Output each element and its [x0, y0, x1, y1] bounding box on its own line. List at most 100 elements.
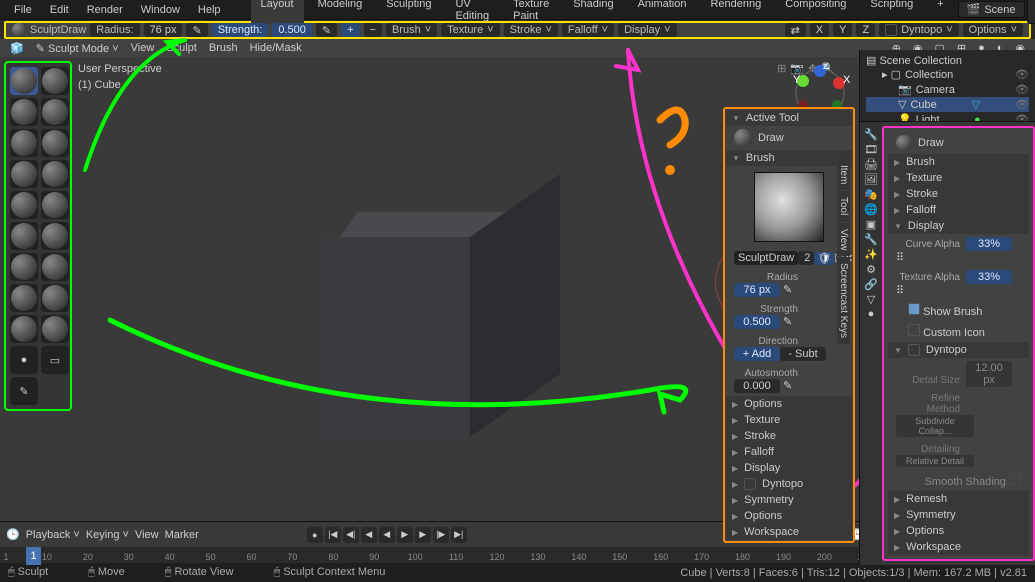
- menu-view[interactable]: View: [131, 42, 155, 54]
- vtab-tool[interactable]: Tool: [837, 191, 850, 221]
- tool-blob[interactable]: [41, 129, 69, 157]
- pp-options[interactable]: Options: [888, 523, 1029, 539]
- tool-draw[interactable]: [10, 67, 38, 95]
- play-reverse-button[interactable]: ◀: [379, 527, 395, 543]
- curve-alpha-field[interactable]: 33%: [966, 237, 1012, 251]
- pp-dyntopo[interactable]: Dyntopo: [888, 342, 1029, 358]
- ptab-world-icon[interactable]: 🌐: [864, 203, 878, 216]
- mirror-icon[interactable]: ⇄: [785, 23, 806, 37]
- outliner-camera[interactable]: 📷 Camera 👁: [866, 82, 1029, 97]
- autosmooth-input[interactable]: 0.000: [734, 379, 780, 393]
- jump-start-button[interactable]: |◀: [325, 527, 341, 543]
- pp-brush[interactable]: Brush: [888, 154, 1029, 170]
- playback-dropdown[interactable]: Playback ˅: [26, 529, 80, 541]
- tab-uv-editing[interactable]: UV Editing: [445, 0, 499, 24]
- direction-sub[interactable]: - Subt: [780, 347, 826, 361]
- radius-pressure-toggle[interactable]: ✎: [186, 23, 207, 37]
- tool-mask[interactable]: ●: [10, 346, 38, 374]
- menu-brush[interactable]: Brush ˅: [386, 23, 437, 37]
- play-button[interactable]: ▶: [397, 527, 413, 543]
- tab-compositing[interactable]: Compositing: [775, 0, 856, 24]
- ptab-constraint-icon[interactable]: 🔗: [864, 278, 878, 291]
- axis-x-toggle[interactable]: X: [810, 23, 829, 37]
- menu-file[interactable]: File: [6, 2, 40, 18]
- tab-texture-paint[interactable]: Texture Paint: [503, 0, 559, 24]
- tab-add[interactable]: +: [927, 0, 953, 24]
- timeline-editor-icon[interactable]: 🕒: [6, 528, 20, 541]
- ptab-particle-icon[interactable]: ✨: [864, 248, 878, 261]
- pp-stroke[interactable]: Stroke: [888, 186, 1029, 202]
- ptab-view-icon[interactable]: 🖼: [864, 173, 878, 186]
- jump-keyframe-back-button[interactable]: ◀|: [343, 527, 359, 543]
- tool-thumb[interactable]: [10, 284, 38, 312]
- timeline-view[interactable]: View: [135, 529, 159, 541]
- tool-simplify[interactable]: [41, 315, 69, 343]
- mode-selector[interactable]: ✎ Sculpt Mode ˅: [36, 42, 119, 55]
- np-dyntopo[interactable]: Dyntopo: [726, 476, 852, 492]
- pp-display[interactable]: Display: [888, 218, 1029, 234]
- tab-shading[interactable]: Shading: [563, 0, 623, 24]
- brush-name-field[interactable]: SculptDraw: [30, 24, 86, 36]
- tool-flatten[interactable]: [10, 191, 38, 219]
- outliner-collection[interactable]: ▸ ▢ Collection 👁: [866, 67, 1029, 82]
- strength-field[interactable]: 0.500: [272, 23, 312, 37]
- eye-icon[interactable]: 👁: [1015, 98, 1029, 111]
- np-display[interactable]: Display: [726, 460, 852, 476]
- eye-icon[interactable]: 👁: [1015, 68, 1029, 81]
- menu-edit[interactable]: Edit: [42, 2, 77, 18]
- np-symmetry[interactable]: Symmetry: [726, 492, 852, 508]
- vtab-screencast[interactable]: Screencast Keys: [837, 257, 850, 344]
- tool-scrape[interactable]: [10, 222, 38, 250]
- tool-snake-hook[interactable]: [41, 253, 69, 281]
- tab-sculpting[interactable]: Sculpting: [376, 0, 441, 24]
- axis-y-toggle[interactable]: Y: [833, 23, 852, 37]
- detailing-field[interactable]: Relative Detail: [896, 455, 974, 467]
- outliner-root[interactable]: ▤ Scene Collection: [866, 54, 1029, 67]
- dyntopo-toggle[interactable]: Dyntopo ˅: [879, 23, 958, 37]
- menu-brush-dropdown[interactable]: Brush: [209, 42, 238, 54]
- menu-help[interactable]: Help: [190, 2, 229, 18]
- timeline-marker[interactable]: Marker: [165, 529, 199, 541]
- brush-thumbnail[interactable]: [754, 172, 824, 242]
- np-falloff[interactable]: Falloff: [726, 444, 852, 460]
- axis-z-toggle[interactable]: Z: [856, 23, 875, 37]
- outliner-cube[interactable]: ▽ Cube ▽ 👁: [866, 97, 1029, 112]
- tool-clay-strips[interactable]: [10, 98, 38, 126]
- tool-rotate[interactable]: [10, 315, 38, 343]
- outliner[interactable]: ▤ Scene Collection ▸ ▢ Collection 👁 📷 Ca…: [860, 50, 1035, 122]
- custom-icon-check[interactable]: [908, 324, 920, 336]
- eye-icon[interactable]: 👁: [1015, 113, 1029, 122]
- outliner-light[interactable]: 💡 Light ● 👁: [866, 112, 1029, 122]
- editor-type-icon[interactable]: 🧊: [10, 42, 24, 55]
- vtab-item[interactable]: Item: [837, 159, 850, 190]
- menu-texture[interactable]: Texture ˅: [441, 23, 500, 37]
- brush-user-count[interactable]: 2: [798, 251, 814, 265]
- tool-layer[interactable]: [41, 98, 69, 126]
- fake-user-toggle[interactable]: 🛡: [814, 252, 834, 265]
- menu-window[interactable]: Window: [133, 2, 188, 18]
- ptab-data-icon[interactable]: ▽: [867, 293, 875, 306]
- ptab-scene-icon[interactable]: 🎭: [864, 188, 878, 201]
- np-texture[interactable]: Texture: [726, 412, 852, 428]
- radius-input[interactable]: 76 px: [734, 283, 780, 297]
- scene-selector[interactable]: 🎬Scene: [958, 1, 1025, 18]
- ptab-modifier-icon[interactable]: 🔧: [864, 233, 878, 246]
- frame-fwd-button[interactable]: ▶: [415, 527, 431, 543]
- vtab-view[interactable]: View: [837, 223, 850, 257]
- tool-fill[interactable]: [41, 191, 69, 219]
- strength-input[interactable]: 0.500: [734, 315, 780, 329]
- ptab-physics-icon[interactable]: ⚙: [866, 263, 876, 276]
- np-stroke[interactable]: Stroke: [726, 428, 852, 444]
- np-options[interactable]: Options: [726, 396, 852, 412]
- direction-add[interactable]: + Add: [734, 347, 780, 361]
- tool-smooth[interactable]: [41, 160, 69, 188]
- np-workspace[interactable]: Workspace: [726, 524, 852, 540]
- ptab-output-icon[interactable]: 🖨: [864, 158, 878, 171]
- menu-sculpt[interactable]: Sculpt: [166, 42, 197, 54]
- pp-symmetry[interactable]: Symmetry: [888, 507, 1029, 523]
- tool-annotate[interactable]: ✎: [10, 377, 38, 405]
- menu-display[interactable]: Display ˅: [618, 23, 677, 37]
- brush-preview-icon[interactable]: [12, 23, 26, 37]
- texture-alpha-field[interactable]: 33%: [966, 270, 1012, 284]
- radius-field[interactable]: 76 px: [144, 23, 183, 37]
